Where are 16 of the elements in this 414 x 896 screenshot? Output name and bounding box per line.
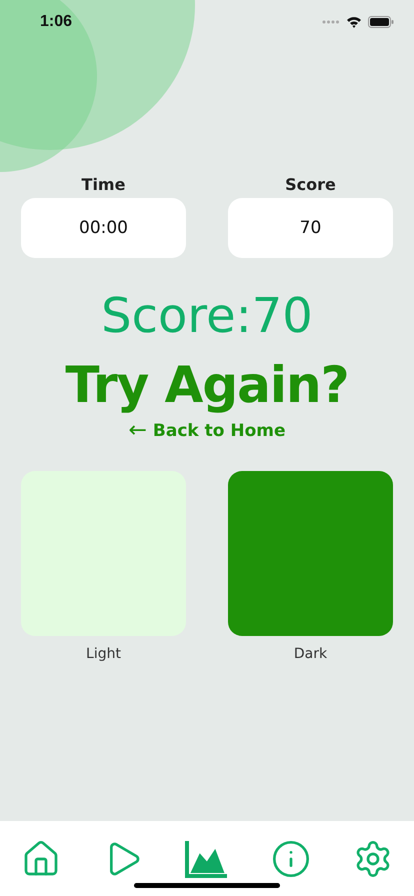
status-time: 1:06 (40, 13, 72, 31)
headline: Try Again? (64, 356, 350, 414)
back-to-home-link[interactable]: ← Back to Home (128, 418, 286, 443)
stat-label: Time (82, 175, 126, 194)
theme-label: Light (86, 646, 121, 662)
stat-label: Score (285, 175, 336, 194)
score-text: Score:70 (100, 288, 314, 344)
signal-icon (322, 20, 340, 24)
theme-label: Dark (294, 646, 328, 662)
battery-icon (368, 16, 394, 28)
wifi-icon (346, 16, 362, 28)
info-icon[interactable] (271, 839, 311, 879)
stat-value: 00:00 (21, 198, 186, 258)
theme-swatch[interactable] (228, 471, 393, 636)
stat-value: 70 (228, 198, 393, 258)
area-chart-icon[interactable] (185, 839, 229, 879)
